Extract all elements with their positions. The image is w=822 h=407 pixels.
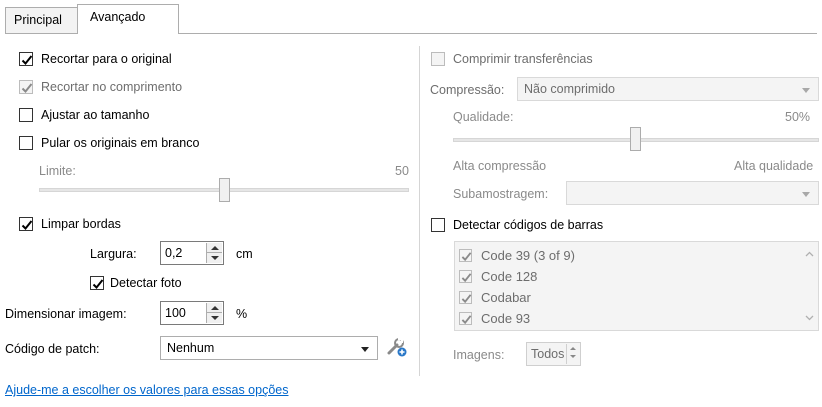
width-spinner[interactable]: 0,2 — [160, 241, 224, 265]
scale-label: Dimensionar imagem: — [5, 307, 127, 321]
tab-principal-label: Principal — [14, 13, 62, 27]
wrench-plus-icon[interactable] — [386, 336, 408, 358]
high-quality-label: Alta qualidade — [734, 159, 814, 173]
quality-value: 50% — [785, 110, 811, 124]
compress-transfers-label: Comprimir transferências — [453, 52, 593, 66]
barcode-checkbox[interactable] — [459, 291, 472, 304]
patch-value: Nenhum — [167, 341, 215, 355]
limit-slider-thumb[interactable] — [219, 178, 230, 202]
images-label: Imagens: — [453, 348, 505, 362]
spin-down-button[interactable] — [207, 313, 222, 323]
width-value: 0,2 — [165, 246, 183, 260]
limit-value: 50 — [395, 164, 409, 178]
skip-blank-label: Pular os originais em branco — [41, 136, 200, 150]
check-icon — [21, 220, 33, 230]
check-icon — [461, 273, 472, 283]
chevron-down-icon — [802, 88, 810, 93]
clean-edges-checkbox[interactable] — [19, 217, 33, 231]
barcode-checkbox[interactable] — [459, 270, 472, 283]
detect-barcodes-label: Detectar códigos de barras — [453, 218, 604, 232]
images-spinner[interactable]: Todos — [526, 342, 581, 366]
barcode-label: Code 128 — [481, 269, 538, 284]
column-divider — [419, 46, 420, 376]
spin-down-button[interactable] — [567, 354, 579, 364]
barcode-list[interactable]: Code 39 (3 of 9) Code 128 Codabar Code 9… — [454, 241, 819, 331]
fit-size-label: Ajustar ao tamanho — [41, 108, 150, 122]
chevron-down-icon — [802, 192, 810, 197]
check-icon — [21, 55, 33, 65]
subsampling-combobox[interactable] — [566, 181, 819, 205]
check-icon — [461, 252, 472, 262]
scale-spinner[interactable]: 100 — [160, 301, 224, 325]
quality-slider-thumb[interactable] — [630, 127, 641, 151]
check-icon — [21, 83, 33, 93]
barcode-label: Code 93 — [481, 311, 531, 326]
spin-up-button[interactable] — [207, 243, 222, 253]
barcode-checkbox[interactable] — [459, 249, 472, 262]
check-icon — [92, 279, 104, 289]
compression-value: Não comprimido — [524, 82, 616, 96]
clean-edges-label: Limpar bordas — [41, 217, 121, 231]
check-icon — [461, 315, 472, 325]
crop-length-checkbox[interactable] — [19, 80, 33, 94]
compression-label: Compressão: — [430, 83, 505, 97]
tab-avancado[interactable]: Avançado — [77, 4, 179, 34]
spin-up-button[interactable] — [207, 303, 222, 313]
compress-transfers-checkbox[interactable] — [431, 52, 445, 66]
fit-size-checkbox[interactable] — [19, 108, 33, 122]
detect-barcodes-checkbox[interactable] — [431, 218, 445, 232]
skip-blank-checkbox[interactable] — [19, 136, 33, 150]
high-compression-label: Alta compressão — [453, 159, 547, 173]
scale-unit: % — [236, 307, 248, 321]
help-link[interactable]: Ajude-me a escolher os valores para essa… — [5, 383, 288, 397]
width-label: Largura: — [90, 247, 137, 261]
scale-value: 100 — [165, 306, 186, 320]
barcode-label: Code 39 (3 of 9) — [481, 248, 575, 263]
detect-photo-checkbox[interactable] — [90, 276, 104, 290]
compression-combobox[interactable]: Não comprimido — [517, 77, 819, 101]
spin-down-button[interactable] — [207, 253, 222, 263]
detect-photo-label: Detectar foto — [110, 276, 182, 290]
quality-label: Qualidade: — [453, 110, 514, 124]
tab-principal[interactable]: Principal — [5, 7, 78, 33]
check-icon — [461, 294, 472, 304]
spin-up-button[interactable] — [567, 344, 579, 354]
crop-original-label: Recortar para o original — [41, 52, 172, 66]
subsampling-label: Subamostragem: — [453, 187, 549, 201]
barcode-label: Codabar — [481, 290, 531, 305]
crop-original-checkbox[interactable] — [19, 52, 33, 66]
list-scrollbar[interactable] — [801, 242, 818, 330]
patch-combobox[interactable]: Nenhum — [160, 336, 378, 360]
tab-avancado-label: Avançado — [90, 10, 146, 24]
width-unit: cm — [236, 247, 253, 261]
patch-label: Código de patch: — [5, 342, 100, 356]
chevron-down-icon — [361, 347, 369, 352]
barcode-checkbox[interactable] — [459, 312, 472, 325]
crop-length-label: Recortar no comprimento — [41, 80, 183, 94]
images-value: Todos — [531, 347, 565, 361]
limit-label: Limite: — [39, 164, 76, 178]
